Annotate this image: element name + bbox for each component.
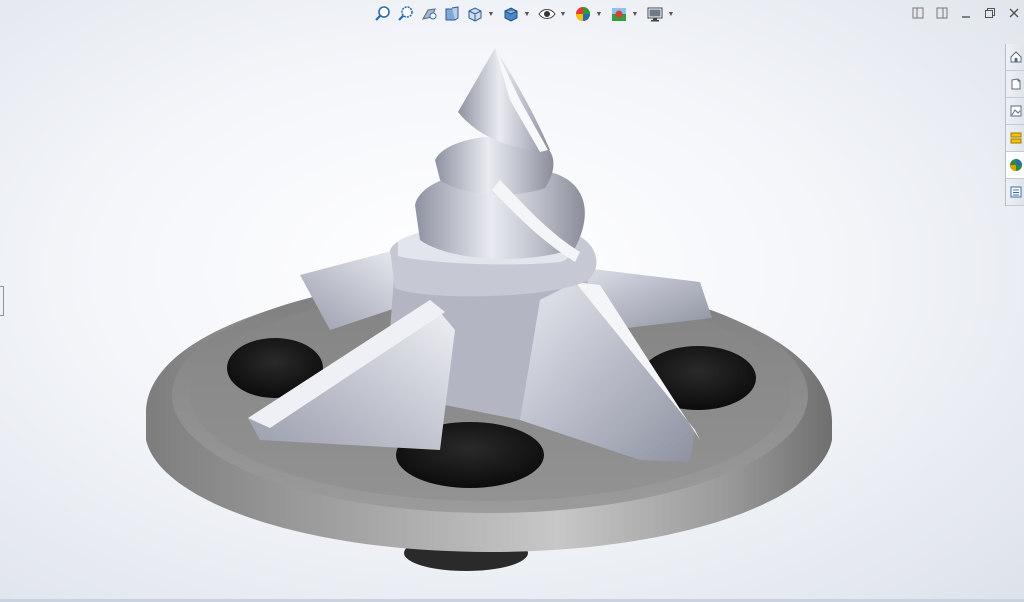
apply-scene-icon[interactable] [608,3,629,25]
restore-icon[interactable] [980,4,1000,22]
minimize-icon[interactable] [956,4,976,22]
graphics-area[interactable]: ▼ ▼ ▼ ▼ ▼ ▼ [0,0,1024,602]
feature-manager-toggle[interactable] [0,286,4,316]
view-settings-icon[interactable] [644,3,665,25]
3d-model-view[interactable] [0,0,1024,602]
apply-scene-dropdown[interactable]: ▼ [631,3,639,25]
display-style-icon[interactable] [500,3,521,25]
task-pane-tabs [1005,44,1024,206]
tile-right-icon[interactable] [932,4,952,22]
hide-show-items-icon[interactable] [536,3,557,25]
previous-view-icon[interactable] [418,3,439,25]
view-settings-dropdown[interactable]: ▼ [667,3,675,25]
heads-up-view-toolbar: ▼ ▼ ▼ ▼ ▼ ▼ [372,2,678,26]
close-icon[interactable] [1004,4,1024,22]
solidworks-resources-icon[interactable] [1006,44,1024,71]
view-palette-icon[interactable] [1006,125,1024,152]
section-view-icon[interactable] [441,3,462,25]
file-explorer-icon[interactable] [1006,98,1024,125]
edit-appearance-icon[interactable] [572,3,593,25]
custom-properties-icon[interactable] [1006,179,1024,206]
zoom-to-area-icon[interactable] [395,3,416,25]
appearances-scenes-icon[interactable] [1006,152,1024,179]
zoom-to-fit-icon[interactable] [372,3,393,25]
document-window-controls [908,4,1024,22]
edit-appearance-dropdown[interactable]: ▼ [595,3,603,25]
display-style-dropdown[interactable]: ▼ [523,3,531,25]
hide-show-dropdown[interactable]: ▼ [559,3,567,25]
view-orientation-dropdown[interactable]: ▼ [487,3,495,25]
tile-left-icon[interactable] [908,4,928,22]
design-library-icon[interactable] [1006,71,1024,98]
view-orientation-icon[interactable] [464,3,485,25]
